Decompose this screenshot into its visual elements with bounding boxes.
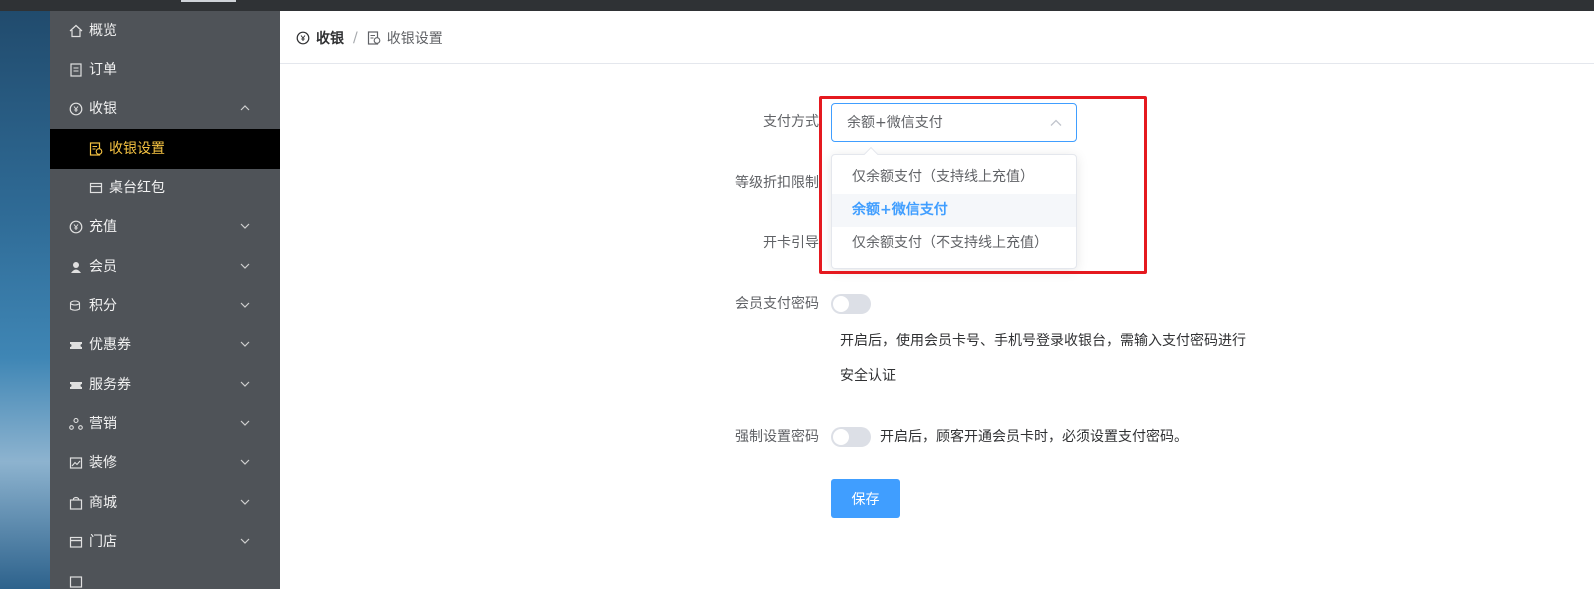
chevron-up-icon [240,105,250,111]
points-icon [69,299,83,313]
sidebar-item-points[interactable]: 积分 [50,286,280,326]
cashier-settings-icon [367,31,381,45]
marketing-icon [69,417,83,431]
top-bar [0,0,1594,11]
breadcrumb: 收银 / 收银设置 [296,28,443,48]
payment-method-select[interactable]: 余额+微信支付 [831,103,1077,142]
chevron-up-icon [1050,119,1062,126]
payment-method-dropdown: 仅余额支付（支持线上充值） 余额+微信支付 仅余额支付（不支持线上充值） [831,146,1077,269]
sidebar-item-label: 服务券 [89,377,131,393]
sidebar-item-orders[interactable]: 订单 [50,50,280,90]
chevron-down-icon [240,381,250,387]
sidebar-item-cashier[interactable]: 收银 [50,89,280,129]
card-guide-label: 开卡引导 [763,235,819,251]
member-pay-password-help-line1: 开启后，使用会员卡号、手机号登录收银台，需输入支付密码进行 [840,333,1246,349]
sidebar-item-label: 优惠券 [89,337,131,353]
sidebar-item-label: 装修 [89,455,117,471]
sidebar-item-coupon[interactable]: 优惠券 [50,325,280,365]
member-pay-password-label: 会员支付密码 [735,296,819,312]
breadcrumb-parent[interactable]: 收银 [296,28,344,48]
sidebar-item-member[interactable]: 会员 [50,247,280,287]
list-icon [69,575,83,589]
sidebar-item-mall[interactable]: 商城 [50,483,280,523]
sidebar-item-partial[interactable] [50,562,280,589]
payment-option-balance-no-online-recharge[interactable]: 仅余额支付（不支持线上充值） [832,227,1076,260]
sidebar-item-store[interactable]: 门店 [50,522,280,562]
chevron-down-icon [240,420,250,426]
breadcrumb-current: 收银设置 [367,28,443,48]
sidebar: 概览 订单 收银 收银设置 桌台红包 充值 会员 积分 优惠券 服务券 营销 装… [50,11,280,589]
top-tab-indicator [181,0,236,2]
sidebar-item-label: 概览 [89,23,117,39]
chevron-down-icon [240,459,250,465]
breadcrumb-parent-label: 收银 [316,31,344,47]
cashier-icon [69,102,83,116]
sidebar-item-service-coupon[interactable]: 服务券 [50,365,280,405]
chevron-down-icon [240,263,250,269]
order-icon [69,63,83,77]
sidebar-item-label: 充值 [89,219,117,235]
payment-method-value: 余额+微信支付 [847,115,943,131]
sidebar-item-overview[interactable]: 概览 [50,11,280,51]
sidebar-item-label: 收银 [89,101,117,117]
member-pay-password-help-line2: 安全认证 [840,368,896,384]
sidebar-item-label: 收银设置 [109,141,165,157]
breadcrumb-separator: / [353,30,358,46]
cashier-icon [296,31,310,45]
sidebar-item-marketing[interactable]: 营销 [50,404,280,444]
member-icon [69,260,83,274]
sidebar-item-label: 会员 [89,259,117,275]
force-password-help: 开启后，顾客开通会员卡时，必须设置支付密码。 [880,429,1188,445]
chevron-down-icon [240,223,250,229]
sidebar-item-label: 积分 [89,298,117,314]
payment-method-label: 支付方式 [763,114,819,130]
member-pay-password-switch[interactable] [831,294,871,314]
header-divider [280,63,1594,64]
coupon-icon [69,338,83,352]
force-password-label: 强制设置密码 [735,429,819,445]
sidebar-item-cashier-settings[interactable]: 收银设置 [50,129,280,169]
sidebar-item-label: 订单 [89,62,117,78]
payment-option-balance-online-recharge[interactable]: 仅余额支付（支持线上充值） [832,161,1076,194]
force-password-switch[interactable] [831,427,871,447]
home-icon [69,24,83,38]
dropdown-pointer [863,146,879,162]
desktop-background [0,11,50,589]
table-icon [89,181,103,195]
main-content: 收银 / 收银设置 支付方式 余额+微信支付 等级折扣限制 开卡引导 仅余额支付… [280,11,1594,589]
mall-icon [69,496,83,510]
sidebar-item-decoration[interactable]: 装修 [50,443,280,483]
service-coupon-icon [69,378,83,392]
sidebar-item-label: 门店 [89,534,117,550]
payment-option-balance-wechat[interactable]: 余额+微信支付 [832,194,1076,227]
sidebar-item-table-redpacket[interactable]: 桌台红包 [50,168,280,208]
breadcrumb-current-label: 收银设置 [386,31,443,47]
recharge-icon [69,220,83,234]
chevron-down-icon [240,538,250,544]
chevron-down-icon [240,302,250,308]
sidebar-item-label: 商城 [89,495,117,511]
decoration-icon [69,456,83,470]
chevron-down-icon [240,499,250,505]
discount-limit-label: 等级折扣限制 [735,175,819,191]
cashier-settings-icon [89,142,103,156]
chevron-down-icon [240,341,250,347]
sidebar-item-label: 桌台红包 [109,180,165,196]
save-button[interactable]: 保存 [831,479,900,518]
sidebar-item-label: 营销 [89,416,117,432]
store-icon [69,535,83,549]
sidebar-item-recharge[interactable]: 充值 [50,207,280,247]
